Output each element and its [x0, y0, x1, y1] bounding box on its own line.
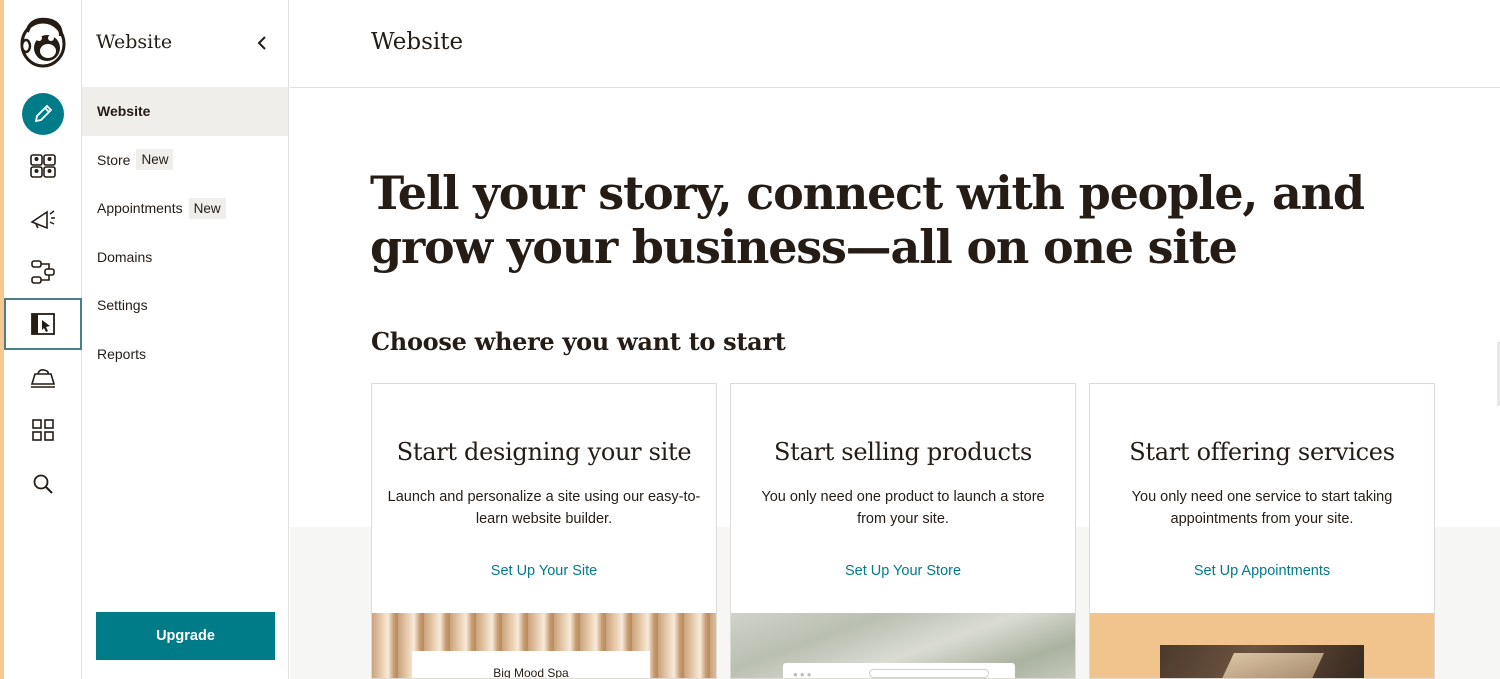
- create-button[interactable]: [4, 88, 82, 140]
- mailchimp-logo-icon[interactable]: [17, 14, 69, 70]
- subnav-list: Website Store New Appointments New Domai…: [82, 87, 288, 378]
- subnav-item-label: Store: [97, 151, 131, 168]
- card-offer-services: Start offering services You only need on…: [1089, 383, 1435, 679]
- audience-icon[interactable]: [4, 140, 82, 192]
- card-design-site: Start designing your site Launch and per…: [371, 383, 717, 679]
- upgrade-button[interactable]: Upgrade: [96, 612, 275, 660]
- card-preview-image: Big Mood Spa: [372, 613, 716, 679]
- page-header: Website: [290, 0, 1500, 88]
- subnav-item-label: Settings: [97, 297, 148, 314]
- subnav-item-store[interactable]: Store New: [82, 136, 288, 185]
- subnav-item-appointments[interactable]: Appointments New: [82, 184, 288, 233]
- website-icon[interactable]: [4, 298, 82, 350]
- window-dots-icon: ●●●: [793, 670, 814, 679]
- page-title: Website: [371, 29, 464, 55]
- collapse-chevron-left-icon[interactable]: [252, 30, 272, 56]
- subnav-title: Website: [96, 31, 173, 53]
- set-up-store-link[interactable]: Set Up Your Store: [731, 563, 1075, 579]
- subnav-item-label: Domains: [97, 248, 153, 265]
- set-up-appointments-link[interactable]: Set Up Appointments: [1090, 563, 1434, 579]
- card-preview-image: ●●●: [731, 613, 1075, 679]
- subnav-item-domains[interactable]: Domains: [82, 233, 288, 282]
- new-badge: New: [188, 197, 226, 219]
- subnav-item-label: Reports: [97, 345, 147, 362]
- pencil-icon: [22, 93, 64, 135]
- card-description: You only need one service to start takin…: [1131, 489, 1393, 527]
- set-up-site-link[interactable]: Set Up Your Site: [372, 563, 716, 579]
- card-title: Start selling products: [773, 438, 1033, 466]
- card-description: You only need one product to launch a st…: [761, 489, 1045, 527]
- section-subheading: Choose where you want to start: [371, 327, 786, 356]
- card-sell-products: Start selling products You only need one…: [730, 383, 1076, 679]
- hero-heading: Tell your story, connect with people, an…: [370, 166, 1365, 274]
- subnav-item-label: Website: [97, 103, 151, 120]
- megaphone-icon[interactable]: [4, 192, 82, 244]
- preview-frame: Big Mood Spa: [412, 651, 650, 679]
- preview-browser-frame: ●●●: [783, 663, 1015, 679]
- subnav-item-label: Appointments: [97, 200, 183, 217]
- website-subnav: Website Website Store New Appointments N…: [82, 0, 289, 679]
- automation-icon[interactable]: [4, 246, 82, 298]
- integrations-grid-icon[interactable]: [4, 404, 82, 456]
- card-description: Launch and personalize a site using our …: [387, 489, 701, 527]
- card-preview-image: [1090, 613, 1434, 678]
- subnav-item-settings[interactable]: Settings: [82, 281, 288, 330]
- subnav-item-reports[interactable]: Reports: [82, 330, 288, 379]
- card-title: Start offering services: [1129, 438, 1395, 466]
- preview-site-name: Big Mood Spa: [493, 666, 569, 679]
- icon-rail: [4, 0, 82, 679]
- main-content: Website Tell your story, connect with pe…: [290, 0, 1500, 679]
- search-icon[interactable]: [4, 458, 82, 510]
- content-icon[interactable]: [4, 352, 82, 404]
- preview-url-bar: [869, 669, 989, 678]
- card-title: Start designing your site: [396, 438, 692, 466]
- new-badge: New: [136, 149, 174, 171]
- subnav-item-website[interactable]: Website: [82, 87, 288, 136]
- preview-photo: [1160, 645, 1364, 678]
